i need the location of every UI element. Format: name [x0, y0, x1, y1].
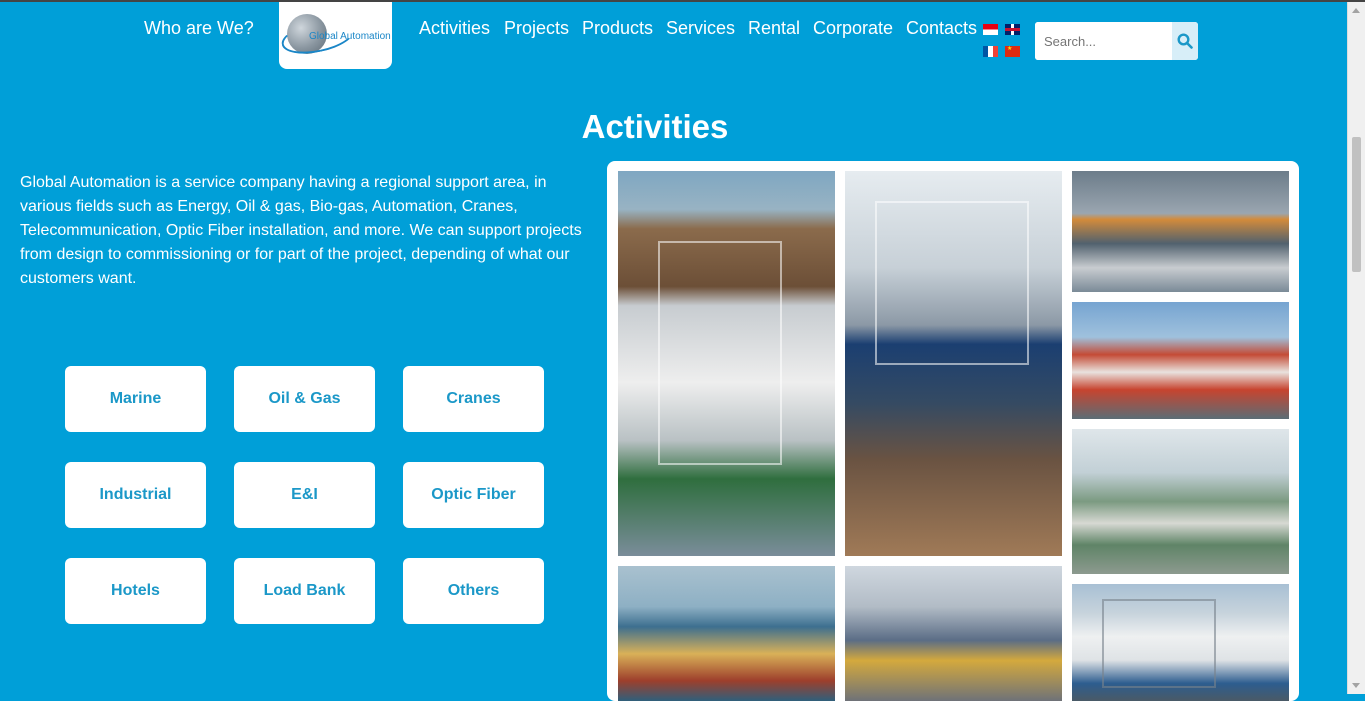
- search-button[interactable]: [1172, 22, 1198, 60]
- flag-china-icon[interactable]: ★: [1005, 46, 1020, 57]
- intro-text: Global Automation is a service company h…: [20, 174, 582, 287]
- structure-outline: [658, 241, 782, 465]
- scroll-down-icon[interactable]: [1352, 683, 1360, 688]
- scrollbar-thumb[interactable]: [1352, 137, 1361, 272]
- category-load-bank-button[interactable]: Load Bank: [234, 558, 375, 624]
- category-others-button[interactable]: Others: [403, 558, 544, 624]
- nav-products[interactable]: Products: [582, 18, 653, 39]
- flag-uk-icon[interactable]: [1005, 24, 1020, 35]
- flag-indonesia-icon[interactable]: [983, 24, 998, 35]
- page-scrollbar[interactable]: [1347, 2, 1365, 694]
- nav-contacts[interactable]: Contacts: [906, 18, 977, 39]
- category-hotels-button[interactable]: Hotels: [65, 558, 206, 624]
- category-optic-fiber-button[interactable]: Optic Fiber: [403, 462, 544, 528]
- nav-who-are-we[interactable]: Who are We?: [144, 18, 254, 39]
- category-marine-button[interactable]: Marine: [65, 366, 206, 432]
- flag-france-icon[interactable]: [983, 46, 998, 57]
- gallery-photo-barge-at-sea[interactable]: [618, 566, 835, 701]
- nav-projects[interactable]: Projects: [504, 18, 569, 39]
- nav-rental[interactable]: Rental: [748, 18, 800, 39]
- category-oil-gas-button[interactable]: Oil & Gas: [234, 366, 375, 432]
- nav-services[interactable]: Services: [666, 18, 735, 39]
- logo-text: Global Automation: [309, 31, 391, 42]
- nav-corporate[interactable]: Corporate: [813, 18, 893, 39]
- search-input[interactable]: [1035, 22, 1172, 60]
- structure-outline: [875, 201, 1029, 365]
- container-outline: [1102, 599, 1216, 688]
- nav-activities[interactable]: Activities: [419, 18, 490, 39]
- window-top-border: [0, 0, 1365, 2]
- scroll-up-icon[interactable]: [1352, 8, 1360, 13]
- gallery-photo-pipeline-worker[interactable]: [845, 566, 1062, 701]
- gallery-photo-gas-plant[interactable]: [1072, 429, 1289, 574]
- gallery-photo-offshore-module[interactable]: [1072, 302, 1289, 419]
- search-box: [1035, 22, 1198, 60]
- gallery-photo-load-bank-container[interactable]: [1072, 584, 1289, 701]
- gallery-photo-platform-module[interactable]: [618, 171, 835, 556]
- category-ei-button[interactable]: E&I: [234, 462, 375, 528]
- gallery-photo-control-panel-team[interactable]: [1072, 171, 1289, 292]
- photo-gallery: [607, 161, 1299, 701]
- category-cranes-button[interactable]: Cranes: [403, 366, 544, 432]
- search-icon: [1177, 33, 1193, 49]
- category-industrial-button[interactable]: Industrial: [65, 462, 206, 528]
- page-title: Activities: [581, 108, 729, 145]
- company-logo[interactable]: Global Automation: [278, 2, 392, 69]
- gallery-photo-steel-structure-workers[interactable]: [845, 171, 1062, 556]
